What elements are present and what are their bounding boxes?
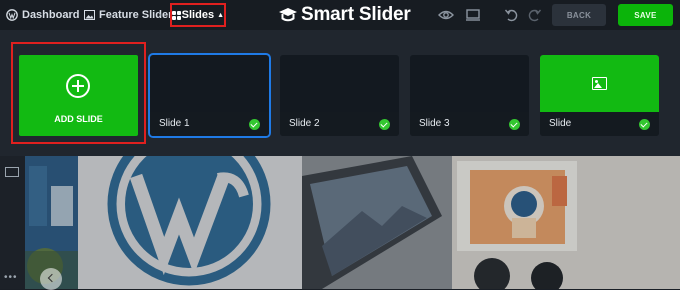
undo-icon[interactable] [504,8,520,22]
slide-card-label: Slide 3 [419,118,450,129]
breadcrumb-slides-label: Slides [181,9,215,21]
slide-card-label: Slide 2 [289,118,320,129]
preview-eye-icon[interactable] [438,8,454,22]
chevron-right-icon: › [68,9,72,21]
desktop-view-icon[interactable] [465,8,481,22]
published-check-icon[interactable] [249,119,260,130]
breadcrumb-slides-dropdown[interactable]: Slides ▲ [170,3,226,27]
slide-card-1[interactable]: Slide 1 [150,55,269,136]
plus-circle-icon [66,74,90,98]
slide-thumbnail [540,55,659,112]
add-slide-label: ADD SLIDE [54,114,103,124]
slider-prev-arrow-icon[interactable] [40,268,62,290]
layers-panel-icon[interactable] [5,167,19,177]
slide-card-4[interactable]: Slide [540,55,659,136]
top-bar: Dashboard › Feature Slider › Slides ▲ Sm… [0,0,680,30]
canvas-overlay [25,156,680,289]
app-logo-text: Smart Slider [301,4,411,25]
slide-card-3[interactable]: Slide 3 [410,55,529,136]
slide-card-footer: Slide 1 [150,112,269,136]
slide-card-label: Slide 1 [159,118,190,129]
wordpress-icon [6,9,18,21]
published-check-icon[interactable] [639,119,650,130]
published-check-icon[interactable] [379,119,390,130]
grid-icon [172,10,181,20]
image-icon [84,10,95,20]
save-button[interactable]: SAVE [618,4,673,26]
app-logo: Smart Slider [278,3,411,27]
more-options-icon[interactable]: ••• [4,272,18,283]
add-slide-button[interactable]: ADD SLIDE [19,55,138,136]
image-icon [592,77,607,90]
graduation-cap-icon [279,8,297,22]
slide-card-footer: Slide [540,112,659,136]
caret-up-icon: ▲ [217,11,224,19]
chevron-right-icon: › [158,9,162,21]
slide-card-label: Slide [549,118,572,129]
redo-icon[interactable] [526,8,542,22]
slide-card-footer: Slide 2 [280,112,399,136]
published-check-icon[interactable] [509,119,520,130]
back-button[interactable]: BACK [552,4,606,26]
slide-card-footer: Slide 3 [410,112,529,136]
slide-card-2[interactable]: Slide 2 [280,55,399,136]
